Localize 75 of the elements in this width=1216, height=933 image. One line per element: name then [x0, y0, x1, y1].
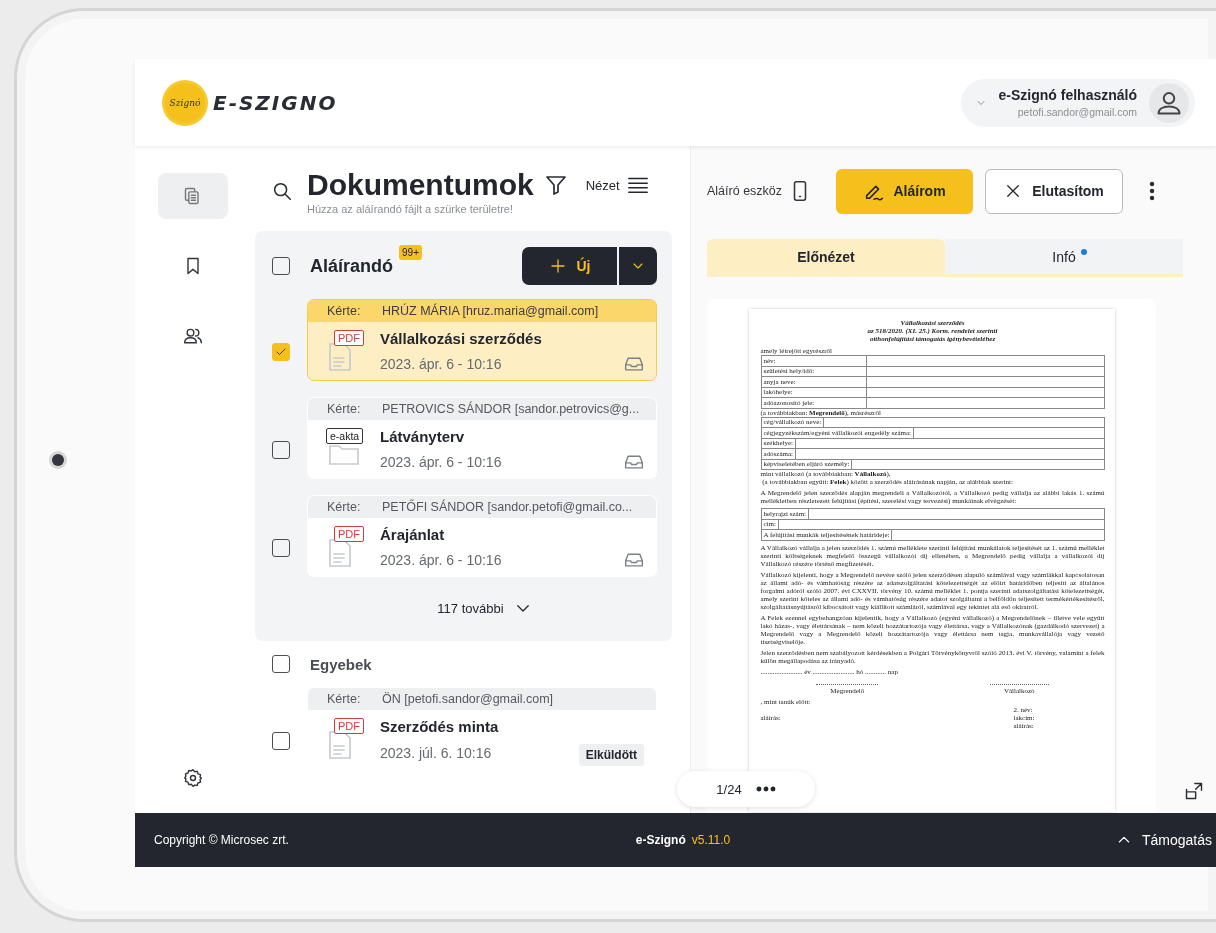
checkbox[interactable] [272, 655, 290, 673]
new-button[interactable]: Új [522, 247, 617, 285]
document-date: 2023. ápr. 6 - 10:16 [380, 356, 502, 372]
tab[interactable]: Előnézet [707, 239, 945, 274]
user-name: e-Szignó felhasználó [998, 87, 1137, 103]
view-button[interactable]: Nézet [585, 175, 649, 195]
requester-label: Kérte: [327, 402, 362, 416]
subtitle: Húzza az aláírandó fájlt a szürke területre! [307, 203, 515, 215]
app-name: e-Szignó [635, 833, 686, 847]
document-icon [328, 730, 352, 760]
document-title: Látványterv [380, 428, 466, 445]
page-title: Dokumentumok [307, 168, 534, 202]
requester-name: ÖN [petofi.sandor@gmail.com] [382, 692, 554, 706]
copyright-text: Copyright © Microsec zrt. [154, 833, 290, 847]
file-type-label: PDF [334, 718, 364, 734]
checkbox[interactable] [272, 539, 290, 557]
document-icon [328, 538, 352, 568]
expand-icon [1184, 781, 1204, 801]
tab[interactable]: Infó [945, 239, 1183, 274]
document-icon [328, 342, 352, 372]
show-more-button[interactable]: 117 további [397, 599, 532, 617]
search-icon [271, 180, 293, 202]
tray-icon [624, 552, 644, 568]
version-text: v5.11.0 [691, 833, 731, 847]
user-menu[interactable]: e-Szignó felhasználó petofi.sandor@gmail.com [960, 78, 1195, 127]
reject-button[interactable]: Elutasítom [985, 168, 1124, 214]
tray-icon [624, 454, 644, 470]
checkbox[interactable] [272, 732, 290, 750]
sidebar-item[interactable] [157, 173, 228, 219]
sign-button[interactable]: Aláírom [836, 168, 974, 214]
users-icon [182, 326, 203, 346]
dropdown-button[interactable] [619, 247, 657, 285]
camera-dot [52, 454, 64, 466]
file-type-label: PDF [334, 526, 364, 542]
document-card[interactable]: Kérte: PETROVICS SÁNDOR [sandor.petrovics@g... e-akta Látványterv 2023. ápr. 6 - 10:16 [307, 397, 657, 479]
requester-label: Kérte: [327, 500, 362, 514]
requester-name: PETŐFI SÁNDOR [sandor.petofi@gmail.co... [382, 500, 633, 514]
document-card[interactable]: Kérte: HRÚZ MÁRIA [hruz.maria@gmail.com] PDF Vállalkozási szerződés 2023. ápr. 6 - 10:16 [307, 299, 657, 381]
filter-button[interactable] [543, 173, 568, 197]
file-type-label: e-akta [326, 428, 364, 444]
logo-text: E-SZIGNO [213, 90, 338, 115]
support-button[interactable]: Támogatás [1115, 832, 1212, 848]
expand-button[interactable] [1184, 781, 1204, 801]
checkbox[interactable] [272, 257, 290, 275]
more-options-button[interactable] [1149, 181, 1156, 201]
phone-icon [792, 180, 809, 202]
settings-icon [182, 768, 203, 788]
document-title: Szerződés minta [380, 718, 500, 735]
requester-name: PETROVICS SÁNDOR [sandor.petrovics@g... [382, 402, 640, 416]
user-email: petofi.sandor@gmail.com [1017, 106, 1137, 118]
count-badge: 99+ [399, 245, 422, 260]
document-date: 2023. júl. 6. 10:16 [380, 745, 492, 761]
file-type-label: PDF [334, 330, 364, 346]
group-title: Egyebek [310, 655, 372, 673]
document-title: Árajánlat [380, 526, 446, 543]
document-date: 2023. ápr. 6 - 10:16 [380, 552, 502, 568]
document-card[interactable]: Kérte: PETŐFI SÁNDOR [sandor.petofi@gmail.co... PDF Árajánlat 2023. ápr. 6 - 10:16 [307, 495, 657, 577]
requester-name: HRÚZ MÁRIA [hruz.maria@gmail.com] [382, 304, 599, 318]
requester-label: Kérte: [327, 304, 362, 318]
signing-device-button[interactable]: Aláíró eszköz [707, 180, 809, 202]
requester-label: Kérte: [327, 692, 362, 706]
filter-icon [543, 173, 568, 197]
document-date: 2023. ápr. 6 - 10:16 [380, 454, 502, 470]
page-number: 1/24 [716, 781, 742, 797]
document-title: Vállalkozási szerződés [380, 330, 543, 347]
checkbox[interactable] [272, 441, 290, 459]
kebab-icon [1149, 181, 1156, 201]
more-icon[interactable] [755, 786, 776, 792]
check-icon [275, 346, 287, 358]
search-button[interactable] [271, 180, 293, 202]
status-label: Elküldött [578, 744, 644, 766]
tray-icon [624, 356, 644, 372]
group-title: Aláírandó [310, 255, 393, 277]
logo-badge: Szignó [165, 82, 205, 123]
menu-icon [626, 175, 649, 195]
